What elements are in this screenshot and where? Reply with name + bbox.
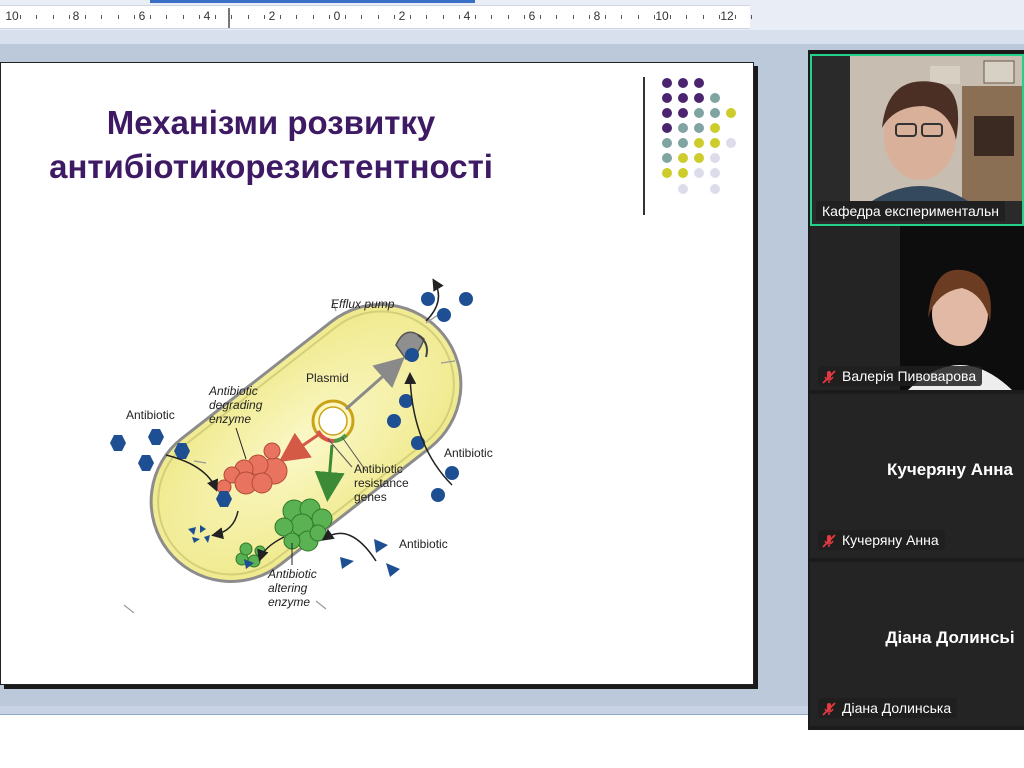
antibiotic-label-left: Antibiotic xyxy=(126,408,175,422)
ruler-tick xyxy=(280,15,281,19)
participant-name: Кучеряну Анна xyxy=(842,532,939,548)
participant-tile-4[interactable]: Діана Долинсьі Діана Долинська xyxy=(810,562,1024,726)
ruler-tick xyxy=(410,15,411,19)
ruler-tick xyxy=(68,15,70,19)
ruler-number: 12 xyxy=(720,9,734,23)
ruler-tick xyxy=(247,15,249,19)
ruler-tick xyxy=(718,15,720,19)
video-gallery: Кафедра експериментальн Валерія Пивоваро… xyxy=(808,50,1024,730)
ruler-tick xyxy=(588,15,590,19)
decorative-divider xyxy=(643,77,645,215)
ruler-tick xyxy=(540,15,541,19)
antibiotic-resistance-diagram: Efflux pump Plasmid Antibiotic degrading… xyxy=(110,278,493,613)
ruler-tick xyxy=(150,15,151,19)
ruler-number: 8 xyxy=(593,9,601,23)
participant-name-tag: Діана Долинська xyxy=(818,698,958,719)
ruler-tick xyxy=(328,15,330,19)
ruler-number: 10 xyxy=(5,9,19,23)
notes-divider xyxy=(0,714,810,715)
title-line-1: Механізми розвитку xyxy=(106,104,436,141)
plasmid-label: Plasmid xyxy=(306,371,349,385)
ruler-tick xyxy=(426,15,428,19)
ruler-tick xyxy=(653,15,655,19)
ruler-number: 6 xyxy=(528,9,536,23)
altering-enzyme-label: Antibiotic altering enzyme xyxy=(267,567,320,609)
ruler-highlight xyxy=(150,0,475,3)
ruler-tick xyxy=(605,15,606,19)
mic-muted-icon xyxy=(822,702,836,716)
participant-tile-3[interactable]: Кучеряну Анна Кучеряну Анна xyxy=(810,394,1024,558)
ruler-strip: 10 8 6 4 2 0 2 4 6 8 10 12 xyxy=(0,0,1024,30)
ruler-number: 10 xyxy=(655,9,669,23)
decorative-dot-grid xyxy=(662,78,736,194)
ruler-tick xyxy=(523,15,525,19)
ruler-number: 2 xyxy=(268,9,276,23)
title-line-2: антибіотикорезистентності xyxy=(49,148,493,185)
horizontal-ruler[interactable]: 10 8 6 4 2 0 2 4 6 8 10 12 xyxy=(0,5,753,29)
ruler-tick xyxy=(133,15,135,19)
ruler-tick xyxy=(507,15,509,19)
ruler-tick xyxy=(572,15,574,19)
ruler-tick xyxy=(393,15,395,19)
ruler-tick xyxy=(751,15,753,19)
ruler-tick xyxy=(117,15,119,19)
ruler-tick xyxy=(312,15,314,19)
workspace-top-band xyxy=(0,30,1024,44)
ruler-tick xyxy=(20,15,21,19)
ruler-tick xyxy=(182,15,184,19)
ruler-tick xyxy=(215,15,216,19)
ruler-tick xyxy=(36,15,38,19)
ruler-number: 6 xyxy=(138,9,146,23)
participant-display-name: Кучеряну Анна xyxy=(887,460,1013,479)
ruler-tick xyxy=(735,15,736,19)
ruler-number: 2 xyxy=(398,9,406,23)
ruler-tick xyxy=(263,15,265,19)
ruler-tick xyxy=(361,15,363,19)
ruler-tick xyxy=(491,15,493,19)
ruler-number: 0 xyxy=(333,9,341,23)
slide-title[interactable]: Механізми розвитку антибіотикорезистентн… xyxy=(1,101,541,189)
ruler-tick xyxy=(702,15,704,19)
mic-muted-icon xyxy=(822,370,836,384)
ruler-tick xyxy=(458,15,460,19)
participant-video xyxy=(812,56,1022,224)
ruler-tick xyxy=(345,15,346,19)
participant-name-tag: Валерія Пивоварова xyxy=(818,366,983,387)
participant-name: Кафедра експериментальн xyxy=(822,203,999,219)
ruler-tick xyxy=(621,15,623,19)
participant-name: Валерія Пивоварова xyxy=(842,368,977,384)
ruler-tick xyxy=(198,15,200,19)
ruler-tick xyxy=(670,15,671,19)
ruler-number: 8 xyxy=(72,9,80,23)
ruler-tick xyxy=(85,15,86,19)
ruler-tick xyxy=(52,15,54,19)
participant-tile-2[interactable]: Валерія Пивоварова xyxy=(810,226,1024,390)
participant-name-tag: Кучеряну Анна xyxy=(818,530,945,551)
ruler-tick xyxy=(166,15,168,19)
participant-name-tag: Кафедра експериментальн xyxy=(816,201,1005,221)
ruler-indent-marker[interactable] xyxy=(228,8,230,28)
ruler-tick xyxy=(101,15,103,19)
participant-display-name: Діана Долинсьі xyxy=(885,628,1015,647)
ruler-tick xyxy=(686,15,688,19)
ruler-tick xyxy=(556,15,558,19)
mic-muted-icon xyxy=(822,534,836,548)
ruler-tick xyxy=(442,15,444,19)
antibiotic-label-bottom: Antibiotic xyxy=(399,537,448,551)
participant-tile-1[interactable]: Кафедра експериментальн xyxy=(810,54,1024,226)
ruler-number: 4 xyxy=(463,9,471,23)
ruler-tick xyxy=(231,15,233,19)
ruler-tick xyxy=(637,15,639,19)
efflux-pump-label: Efflux pump xyxy=(331,297,395,311)
ruler-tick xyxy=(475,15,476,19)
ruler-tick xyxy=(296,15,298,19)
slide-canvas[interactable]: Механізми розвитку антибіотикорезистентн… xyxy=(0,62,754,685)
participant-name: Діана Долинська xyxy=(842,700,952,716)
resistance-genes-label: Antibiotic resistance genes xyxy=(354,462,412,504)
ruler-number: 4 xyxy=(203,9,211,23)
ruler-tick xyxy=(377,15,379,19)
antibiotic-label-right: Antibiotic xyxy=(444,446,493,460)
